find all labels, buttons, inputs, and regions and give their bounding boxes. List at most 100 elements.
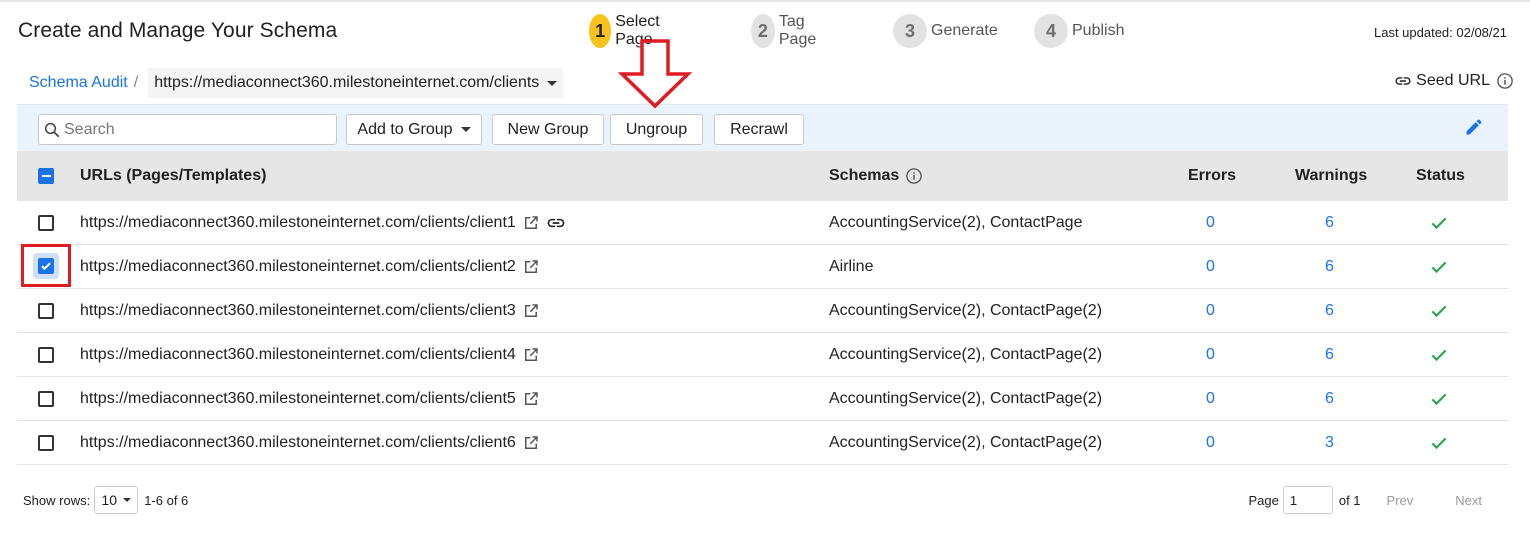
table-row[interactable]: https://mediaconnect360.milestoneinterne… <box>17 377 1508 421</box>
step-number: 4 <box>1034 14 1068 48</box>
header-status[interactable]: Status <box>1416 151 1465 201</box>
info-icon[interactable] <box>905 167 923 185</box>
row-warnings[interactable]: 6 <box>1325 201 1334 245</box>
header-schemas[interactable]: Schemas <box>829 151 923 201</box>
row-errors[interactable]: 0 <box>1206 289 1215 333</box>
external-link-icon[interactable] <box>522 302 540 320</box>
breadcrumb: Schema Audit / https://mediaconnect360.m… <box>29 68 564 98</box>
url-cell: https://mediaconnect360.milestoneinterne… <box>80 333 540 377</box>
row-url[interactable]: https://mediaconnect360.milestoneinterne… <box>80 302 516 320</box>
external-link-icon[interactable] <box>522 214 540 232</box>
external-link-icon[interactable] <box>522 390 540 408</box>
external-link-icon[interactable] <box>522 346 540 364</box>
step-publish[interactable]: 4 Publish <box>1034 14 1124 48</box>
step-label: Publish <box>1072 22 1125 39</box>
select-all-checkbox[interactable] <box>38 151 54 201</box>
table-header: URLs (Pages/Templates) Schemas Errors Wa… <box>17 151 1508 201</box>
row-checkbox-cell <box>38 201 54 245</box>
row-errors[interactable]: 0 <box>1206 377 1215 421</box>
row-schemas: AccountingService(2), ContactPage <box>829 214 1083 231</box>
row-checkbox[interactable] <box>38 215 54 231</box>
rows-per-page-select[interactable]: 10 <box>94 486 139 514</box>
row-warnings[interactable]: 3 <box>1325 421 1334 465</box>
url-cell: https://mediaconnect360.milestoneinterne… <box>80 289 540 333</box>
search-icon <box>44 122 60 137</box>
table-row[interactable]: https://mediaconnect360.milestoneinterne… <box>17 244 1508 289</box>
add-to-group-button[interactable]: Add to Group <box>346 114 482 145</box>
show-rows-label: Show rows: <box>23 492 91 508</box>
header-urls[interactable]: URLs (Pages/Templates) <box>80 151 266 201</box>
row-errors[interactable]: 0 <box>1206 245 1215 289</box>
search-input[interactable] <box>64 120 324 139</box>
row-url[interactable]: https://mediaconnect360.milestoneinterne… <box>80 214 516 232</box>
header-schemas-label: Schemas <box>829 167 900 184</box>
row-errors[interactable]: 0 <box>1206 201 1215 245</box>
indeterminate-check-icon <box>38 168 54 184</box>
step-tag-page[interactable]: 2 Tag Page <box>751 13 826 48</box>
new-group-button[interactable]: New Group <box>492 114 604 145</box>
row-errors[interactable]: 0 <box>1206 333 1215 377</box>
next-page-button[interactable]: Next <box>1455 493 1482 508</box>
row-checkbox[interactable] <box>38 303 54 319</box>
row-errors[interactable]: 0 <box>1206 421 1215 465</box>
row-schemas: AccountingService(2), ContactPage(2) <box>829 346 1103 363</box>
breadcrumb-schema-audit-link[interactable]: Schema Audit <box>29 74 128 92</box>
status-check-icon <box>1429 289 1449 333</box>
url-cell: https://mediaconnect360.milestoneinterne… <box>80 377 540 421</box>
row-warnings[interactable]: 6 <box>1325 289 1334 333</box>
header-warnings[interactable]: Warnings <box>1295 151 1367 201</box>
pagination-pages: Page of 1 Prev Next <box>1248 486 1482 514</box>
row-range: 1-6 of 6 <box>144 492 189 508</box>
page-title: Create and Manage Your Schema <box>18 19 338 42</box>
info-icon[interactable] <box>1496 72 1514 90</box>
breadcrumb-separator: / <box>133 74 139 91</box>
step-number: 1 <box>589 14 612 48</box>
row-url[interactable]: https://mediaconnect360.milestoneinterne… <box>80 434 516 452</box>
table-row[interactable]: https://mediaconnect360.milestoneinterne… <box>17 421 1508 465</box>
pagination-rows: Show rows: 10 1-6 of 6 <box>23 486 188 514</box>
external-link-icon[interactable] <box>522 434 540 452</box>
row-warnings[interactable]: 6 <box>1325 377 1334 421</box>
row-checkbox[interactable] <box>38 435 54 451</box>
toolbar: Add to Group New Group Ungroup Recrawl <box>17 104 1508 151</box>
add-to-group-label: Add to Group <box>357 120 453 138</box>
status-check-icon <box>1429 333 1449 377</box>
page-label: Page <box>1248 492 1279 508</box>
seed-url-button[interactable]: Seed URL <box>1394 72 1514 90</box>
row-checkbox[interactable] <box>33 252 59 279</box>
url-dropdown[interactable]: https://mediaconnect360.milestoneinterne… <box>148 68 564 98</box>
url-cell: https://mediaconnect360.milestoneinterne… <box>80 201 566 245</box>
step-generate[interactable]: 3 Generate <box>893 14 998 48</box>
ungroup-button[interactable]: Ungroup <box>610 114 703 145</box>
url-cell: https://mediaconnect360.milestoneinterne… <box>80 245 540 289</box>
row-warnings[interactable]: 6 <box>1325 245 1334 289</box>
link-icon <box>1395 77 1411 85</box>
status-check-icon <box>1429 421 1449 465</box>
table-row[interactable]: https://mediaconnect360.milestoneinterne… <box>17 333 1508 377</box>
link-icon <box>546 213 566 233</box>
step-number: 3 <box>893 14 927 48</box>
search-box[interactable] <box>38 114 337 145</box>
caret-down-icon <box>460 127 471 132</box>
row-checkbox[interactable] <box>38 391 54 407</box>
selected-row-highlight <box>21 244 71 287</box>
table-row[interactable]: https://mediaconnect360.milestoneinterne… <box>17 201 1508 245</box>
status-check-icon <box>1429 377 1449 421</box>
row-url[interactable]: https://mediaconnect360.milestoneinterne… <box>80 258 516 276</box>
row-url[interactable]: https://mediaconnect360.milestoneinterne… <box>80 390 516 408</box>
table-row[interactable]: https://mediaconnect360.milestoneinterne… <box>17 289 1508 333</box>
row-checkbox[interactable] <box>38 347 54 363</box>
row-warnings[interactable]: 6 <box>1325 333 1334 377</box>
pencil-edit-icon[interactable] <box>1464 117 1484 137</box>
prev-page-button[interactable]: Prev <box>1387 493 1414 508</box>
annotation-arrow-icon <box>618 39 692 109</box>
step-label: Tag Page <box>778 13 817 48</box>
header-errors[interactable]: Errors <box>1188 151 1236 201</box>
row-schemas: AccountingService(2), ContactPage(2) <box>829 434 1103 451</box>
external-link-icon[interactable] <box>522 258 540 276</box>
step-number: 2 <box>751 14 775 48</box>
row-url[interactable]: https://mediaconnect360.milestoneinterne… <box>80 346 516 364</box>
row-checkbox-cell <box>38 289 54 333</box>
page-number-input[interactable] <box>1282 486 1333 514</box>
recrawl-button[interactable]: Recrawl <box>714 114 804 145</box>
